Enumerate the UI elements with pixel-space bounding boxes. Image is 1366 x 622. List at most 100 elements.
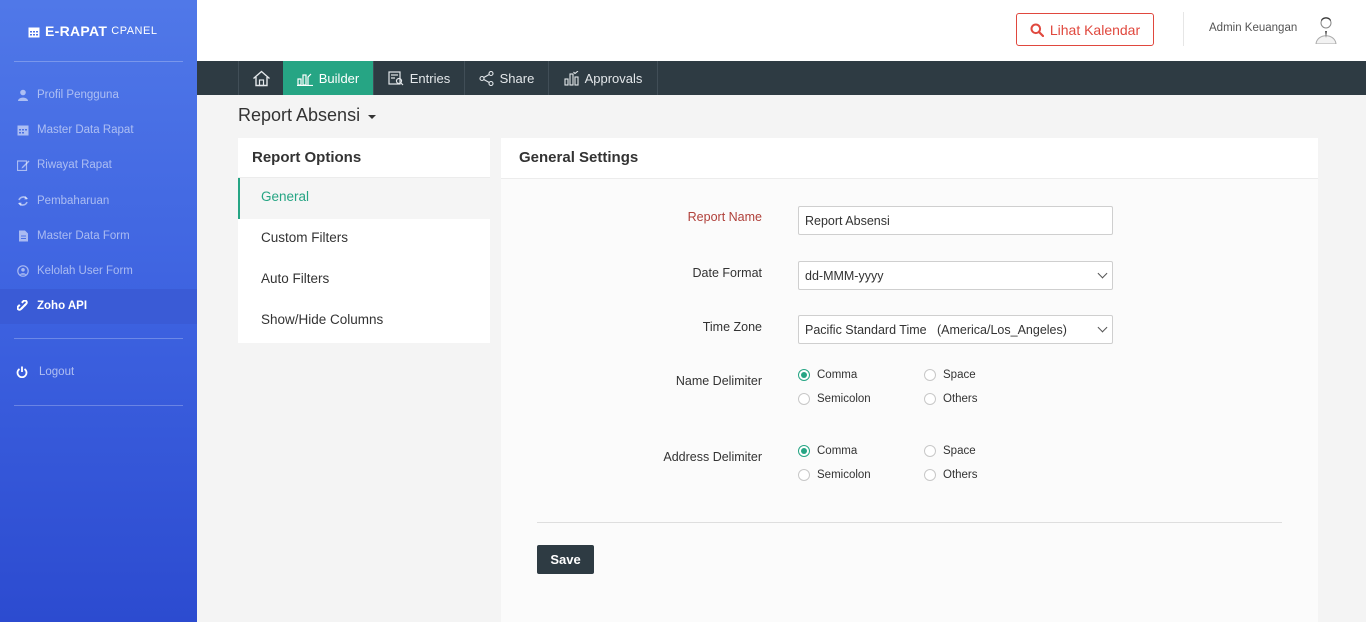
sidebar-item-label: Zoho API (37, 300, 88, 313)
sidebar-item-master-data-rapat[interactable]: Master Data Rapat (0, 112, 197, 147)
logout-label: Logout (39, 366, 75, 379)
calendar-icon (28, 25, 40, 37)
chevron-down-icon (1097, 268, 1108, 279)
avatar[interactable] (1311, 14, 1341, 45)
sidebar-item-kelolah-user-form[interactable]: Kelolah User Form (0, 253, 197, 288)
sidebar: E-RAPAT CPANEL Profil Pengguna Master Da… (0, 0, 197, 622)
user-icon (16, 88, 30, 102)
radio-label: Others (943, 469, 978, 481)
radio-label: Others (943, 393, 978, 405)
option-auto-filters[interactable]: Auto Filters (238, 260, 490, 301)
caret-down-icon (368, 114, 377, 119)
option-custom-filters[interactable]: Custom Filters (238, 219, 490, 260)
user-name[interactable]: Admin Keuangan (1209, 22, 1297, 34)
radio-dot (798, 445, 810, 457)
entries-icon (388, 70, 404, 86)
nav-approvals[interactable]: Approvals (549, 61, 658, 95)
sidebar-item-pembaharuan[interactable]: Pembaharuan (0, 183, 197, 218)
radio-dot (798, 369, 810, 381)
nav-entries[interactable]: Entries (374, 61, 465, 95)
general-settings-title: General Settings (501, 138, 1318, 179)
brand-suffix: CPANEL (111, 24, 158, 37)
radio-dot (924, 469, 936, 481)
address-delimiter-semicolon-radio[interactable]: Semicolon (798, 469, 871, 481)
sidebar-item-profil-pengguna[interactable]: Profil Pengguna (0, 77, 197, 112)
nav-builder[interactable]: Builder (283, 61, 374, 95)
report-name-label: Report Name (687, 210, 762, 224)
name-delimiter-label: Name Delimiter (675, 374, 762, 388)
address-delimiter-comma-radio[interactable]: Comma (798, 445, 857, 457)
sidebar-item-label: Profil Pengguna (37, 88, 119, 101)
file-icon (16, 229, 30, 243)
sidebar-item-label: Pembaharuan (37, 194, 110, 207)
date-format-label: Date Format (692, 266, 762, 280)
chevron-down-icon (1097, 322, 1108, 333)
link-icon (16, 299, 30, 313)
sidebar-item-riwayat-rapat[interactable]: Riwayat Rapat (0, 148, 197, 183)
option-general[interactable]: General (238, 178, 490, 219)
address-delimiter-space-radio[interactable]: Space (924, 445, 976, 457)
radio-label: Comma (817, 369, 858, 381)
page-title: Report Absensi (238, 105, 361, 125)
name-delimiter-semicolon-radio[interactable]: Semicolon (798, 393, 871, 405)
radio-dot (924, 369, 936, 381)
sidebar-item-label: Kelolah User Form (37, 265, 133, 278)
report-options-panel: Report Options General Custom Filters Au… (238, 138, 490, 343)
nav-builder-label: Builder (318, 70, 360, 86)
topbar: Lihat Kalendar Admin Keuangan (197, 0, 1366, 61)
brand-name: E-RAPAT (45, 22, 108, 39)
sidebar-item-label: Riwayat Rapat (37, 159, 112, 172)
refresh-icon (16, 194, 30, 208)
date-format-value: dd-MMM-yyyy (805, 268, 884, 283)
save-button[interactable]: Save (537, 545, 594, 574)
date-format-select[interactable]: dd-MMM-yyyy (798, 261, 1113, 290)
option-show-hide-columns[interactable]: Show/Hide Columns (238, 301, 490, 342)
report-name-input[interactable]: Report Absensi (798, 206, 1113, 235)
nav-home[interactable] (238, 61, 284, 95)
lihat-kalendar-label: Lihat Kalendar (1049, 21, 1141, 38)
search-icon (1030, 23, 1044, 37)
nav-entries-label: Entries (409, 70, 451, 86)
radio-label: Semicolon (817, 469, 871, 481)
radio-dot (924, 445, 936, 457)
topbar-divider (1183, 12, 1184, 46)
power-icon (16, 366, 28, 379)
nav-share-label: Share (499, 70, 535, 86)
radio-label: Comma (817, 445, 858, 457)
nav-share[interactable]: Share (465, 61, 549, 95)
sidebar-item-label: Master Data Form (37, 229, 130, 242)
calendar-icon (16, 123, 30, 137)
sidebar-menu: Profil Pengguna Master Data Rapat Riwaya… (0, 62, 197, 325)
radio-dot (798, 469, 810, 481)
address-delimiter-label: Address Delimiter (663, 450, 762, 464)
general-settings-panel: General Settings Report Name Report Abse… (501, 138, 1318, 622)
home-icon (252, 70, 271, 87)
user-circle-icon (16, 264, 30, 278)
name-delimiter-others-radio[interactable]: Others (924, 393, 978, 405)
name-delimiter-comma-radio[interactable]: Comma (798, 369, 857, 381)
time-zone-label: Time Zone (702, 320, 762, 334)
report-title-dropdown[interactable]: Report Absensi (238, 105, 377, 126)
radio-dot (924, 393, 936, 405)
radio-dot (798, 393, 810, 405)
sidebar-item-zoho-api[interactable]: Zoho API (0, 288, 197, 325)
name-delimiter-space-radio[interactable]: Space (924, 369, 976, 381)
lihat-kalendar-button[interactable]: Lihat Kalendar (1016, 13, 1154, 46)
builder-icon (296, 71, 313, 86)
form-divider (537, 522, 1282, 523)
approvals-icon (564, 70, 579, 86)
radio-label: Space (943, 445, 976, 457)
logout-button[interactable]: Logout (0, 339, 197, 405)
sidebar-divider (14, 405, 183, 407)
address-delimiter-others-radio[interactable]: Others (924, 469, 978, 481)
sidebar-item-master-data-form[interactable]: Master Data Form (0, 218, 197, 253)
share-icon (479, 70, 494, 86)
report-options-title: Report Options (238, 138, 490, 178)
radio-label: Semicolon (817, 393, 871, 405)
builder-navbar: Builder Entries Share Approvals (197, 61, 1366, 95)
time-zone-select[interactable]: Pacific Standard Time (America/Los_Angel… (798, 315, 1113, 344)
radio-label: Space (943, 369, 976, 381)
brand[interactable]: E-RAPAT CPANEL (0, 0, 197, 61)
edit-icon (16, 158, 30, 172)
sidebar-item-label: Master Data Rapat (37, 123, 134, 136)
